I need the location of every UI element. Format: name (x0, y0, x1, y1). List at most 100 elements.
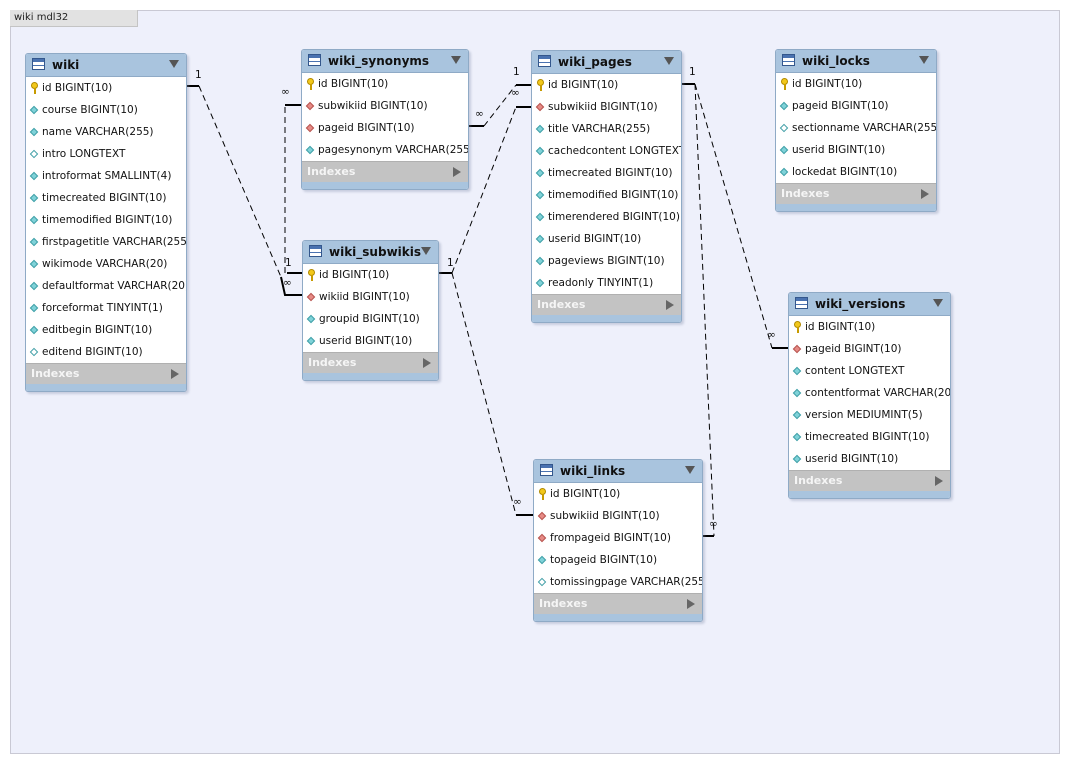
table-menu-arrow-icon[interactable] (933, 299, 943, 307)
column-row[interactable]: editbegin BIGINT(10) (26, 319, 186, 341)
table-title: wiki_subwikis (329, 245, 422, 259)
table-header[interactable]: wiki_links (534, 460, 702, 483)
column-row[interactable]: defaultformat VARCHAR(20) (26, 275, 186, 297)
table-wiki-synonyms[interactable]: wiki_synonymsid BIGINT(10) subwikiid BIGI… (301, 49, 469, 190)
indexes-section[interactable]: Indexes (534, 593, 702, 614)
column-row[interactable]: pagesynonym VARCHAR(255) (302, 139, 468, 161)
column-row[interactable]: timecreated BIGINT(10) (26, 187, 186, 209)
indexes-label: Indexes (31, 367, 80, 380)
column-label: course BIGINT(10) (42, 104, 138, 116)
table-wiki-subwikis[interactable]: wiki_subwikisid BIGINT(10) wikiid BIGINT(… (302, 240, 439, 381)
table-menu-arrow-icon[interactable] (421, 247, 431, 255)
column-row[interactable]: userid BIGINT(10) (789, 448, 950, 470)
column-row[interactable]: tomissingpage VARCHAR(255) (534, 571, 702, 593)
table-wiki[interactable]: wiki id BIGINT(10) course BIGINT(10) name V… (25, 53, 187, 392)
column-row[interactable]: groupid BIGINT(10) (303, 308, 438, 330)
table-title: wiki_locks (802, 54, 870, 68)
table-wiki-links[interactable]: wiki_links id BIGINT(10) subwikiid BIGINT(… (533, 459, 703, 622)
rel-wiki-subwikis (198, 85, 282, 278)
indexes-section[interactable]: Indexes (789, 470, 950, 491)
column-row[interactable]: userid BIGINT(10) (532, 228, 681, 250)
column-row[interactable]: intro LONGTEXT (26, 143, 186, 165)
column-icon (535, 190, 545, 200)
column-row[interactable]: id BIGINT(10) (26, 77, 186, 99)
column-row[interactable]: subwikiid BIGINT(10) (534, 505, 702, 527)
column-row[interactable]: timecreated BIGINT(10) (532, 162, 681, 184)
column-icon (535, 212, 545, 222)
column-row[interactable]: pageid BIGINT(10) (302, 117, 468, 139)
expand-arrow-icon[interactable] (921, 189, 929, 199)
column-row[interactable]: sectionname VARCHAR(255) (776, 117, 936, 139)
column-row[interactable]: subwikiid BIGINT(10) (302, 95, 468, 117)
table-wiki-versions[interactable]: wiki_versionsid BIGINT(10) pageid BIGINT(… (788, 292, 951, 499)
column-row[interactable]: userid BIGINT(10) (776, 139, 936, 161)
table-header[interactable]: wiki_subwikis (303, 241, 438, 264)
column-row[interactable]: pageid BIGINT(10) (789, 338, 950, 360)
expand-arrow-icon[interactable] (453, 167, 461, 177)
column-row[interactable]: readonly TINYINT(1) (532, 272, 681, 294)
column-row[interactable]: editend BIGINT(10) (26, 341, 186, 363)
table-header[interactable]: wiki_synonyms (302, 50, 468, 73)
column-row[interactable]: id BIGINT(10) (789, 316, 950, 338)
column-row[interactable]: course BIGINT(10) (26, 99, 186, 121)
column-row[interactable]: id BIGINT(10) (532, 74, 681, 96)
column-row[interactable]: wikiid BIGINT(10) (303, 286, 438, 308)
column-row[interactable]: name VARCHAR(255) (26, 121, 186, 143)
table-menu-arrow-icon[interactable] (664, 57, 674, 65)
indexes-section[interactable]: Indexes (532, 294, 681, 315)
table-header[interactable]: wiki_versions (789, 293, 950, 316)
table-menu-arrow-icon[interactable] (685, 466, 695, 474)
indexes-section[interactable]: Indexes (776, 183, 936, 204)
foreign-key-icon (306, 292, 316, 302)
table-header[interactable]: wiki_pages (532, 51, 681, 74)
expand-arrow-icon[interactable] (171, 369, 179, 379)
column-label: pagesynonym VARCHAR(255) (318, 144, 469, 156)
column-row[interactable]: id BIGINT(10) (776, 73, 936, 95)
expand-arrow-icon[interactable] (666, 300, 674, 310)
table-menu-arrow-icon[interactable] (451, 56, 461, 64)
column-row[interactable]: firstpagetitle VARCHAR(255) (26, 231, 186, 253)
column-row[interactable]: introformat SMALLINT(4) (26, 165, 186, 187)
column-row[interactable]: title VARCHAR(255) (532, 118, 681, 140)
column-row[interactable]: contentformat VARCHAR(20) (789, 382, 950, 404)
table-wiki-pages[interactable]: wiki_pages id BIGINT(10) subwikiid BIGINT(… (531, 50, 682, 323)
indexes-section[interactable]: Indexes (302, 161, 468, 182)
column-row[interactable]: subwikiid BIGINT(10) (532, 96, 681, 118)
column-row[interactable]: wikimode VARCHAR(20) (26, 253, 186, 275)
column-row[interactable]: content LONGTEXT (789, 360, 950, 382)
column-row[interactable]: cachedcontent LONGTEXT (532, 140, 681, 162)
indexes-section[interactable]: Indexes (303, 352, 438, 373)
column-row[interactable]: version MEDIUMINT(5) (789, 404, 950, 426)
column-row[interactable]: topageid BIGINT(10) (534, 549, 702, 571)
column-label: userid BIGINT(10) (805, 453, 899, 465)
column-label: topageid BIGINT(10) (550, 554, 658, 566)
column-row[interactable]: pageviews BIGINT(10) (532, 250, 681, 272)
column-icon (29, 193, 39, 203)
expand-arrow-icon[interactable] (935, 476, 943, 486)
table-menu-arrow-icon[interactable] (169, 60, 179, 68)
table-header[interactable]: wiki_locks (776, 50, 936, 73)
column-row[interactable]: timemodified BIGINT(10) (532, 184, 681, 206)
column-label: content LONGTEXT (805, 365, 905, 377)
table-wiki-locks[interactable]: wiki_locksid BIGINT(10) pageid BIGINT(10)… (775, 49, 937, 212)
column-row[interactable]: userid BIGINT(10) (303, 330, 438, 352)
column-row[interactable]: frompageid BIGINT(10) (534, 527, 702, 549)
column-row[interactable]: timecreated BIGINT(10) (789, 426, 950, 448)
table-title: wiki_synonyms (328, 54, 430, 68)
column-row[interactable]: id BIGINT(10) (534, 483, 702, 505)
column-row[interactable]: pageid BIGINT(10) (776, 95, 936, 117)
table-menu-arrow-icon[interactable] (919, 56, 929, 64)
indexes-section[interactable]: Indexes (26, 363, 186, 384)
table-header[interactable]: wiki (26, 54, 186, 77)
column-row[interactable]: timerendered BIGINT(10) (532, 206, 681, 228)
column-row[interactable]: id BIGINT(10) (303, 264, 438, 286)
column-row[interactable]: timemodified BIGINT(10) (26, 209, 186, 231)
expand-arrow-icon[interactable] (423, 358, 431, 368)
expand-arrow-icon[interactable] (687, 599, 695, 609)
column-row[interactable]: forceformat TINYINT(1) (26, 297, 186, 319)
table-title: wiki_versions (815, 297, 906, 311)
column-row[interactable]: id BIGINT(10) (302, 73, 468, 95)
primary-key-icon (308, 269, 315, 281)
column-label: pageid BIGINT(10) (805, 343, 902, 355)
column-row[interactable]: lockedat BIGINT(10) (776, 161, 936, 183)
